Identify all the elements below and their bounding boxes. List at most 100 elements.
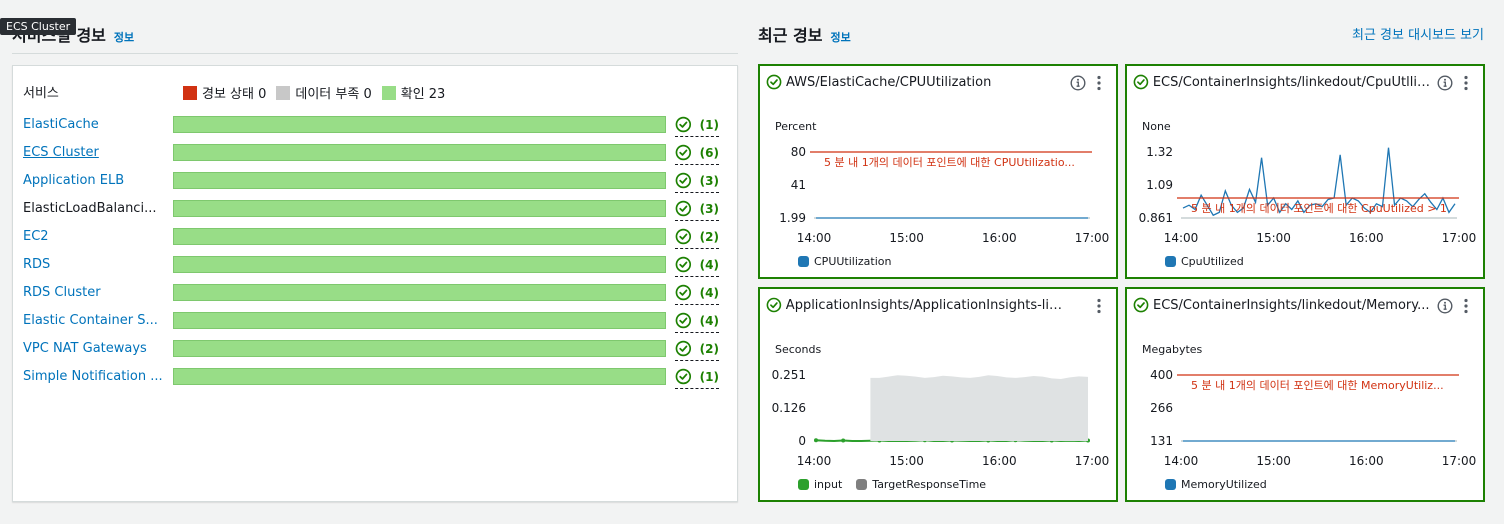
service-name[interactable]: ElastiCache	[23, 117, 163, 132]
x-tick-label: 16:00	[982, 454, 1017, 468]
y-tick-label: 80	[791, 145, 806, 159]
chart-legend-item[interactable]: CpuUtilized	[1165, 255, 1244, 268]
ok-count-link[interactable]: (6)	[675, 141, 719, 165]
check-circle-icon	[1133, 74, 1149, 90]
info-circle-icon[interactable]	[1070, 75, 1086, 91]
ok-count-link[interactable]: (2)	[675, 337, 719, 361]
service-name[interactable]: RDS Cluster	[23, 285, 163, 300]
x-tick-label: 15:00	[1256, 454, 1291, 468]
more-actions-icon[interactable]	[1463, 75, 1469, 91]
ok-count-link[interactable]: (3)	[675, 197, 719, 221]
alarm-chart[interactable]: 80 41 1.99 14:00 15:00 16:00 17:00 5 분 내 1개의 데이…	[760, 136, 1116, 248]
info-circle-icon[interactable]	[1437, 75, 1453, 91]
x-tick-label: 16:00	[1349, 454, 1384, 468]
ok-count-link[interactable]: (2)	[675, 225, 719, 249]
y-tick-label: 1.09	[1146, 178, 1173, 192]
chart-legend-item[interactable]: input	[798, 478, 842, 491]
y-axis-unit: Megabytes	[1142, 343, 1203, 356]
chart-legend: input TargetResponseTime	[798, 478, 986, 491]
service-name[interactable]: Elastic Container S...	[23, 313, 163, 328]
ok-count: (1)	[699, 117, 719, 132]
service-row: ECS Cluster (6)	[23, 141, 723, 165]
ok-count-link[interactable]: (4)	[675, 309, 719, 333]
legend-color-swatch	[1165, 479, 1176, 490]
ok-count: (3)	[699, 173, 719, 188]
alarm-name[interactable]: ApplicationInsights/ApplicationInsights-…	[786, 298, 1066, 313]
legend-color-swatch	[856, 479, 868, 490]
ok-status-bar[interactable]	[173, 312, 666, 329]
service-row: RDS (4)	[23, 253, 723, 277]
ok-status-bar[interactable]	[173, 172, 666, 189]
ok-status-bar[interactable]	[173, 200, 666, 217]
x-tick-label: 15:00	[889, 231, 924, 245]
legend-item: 경보 상태 0	[183, 83, 266, 102]
legend-series-name: CpuUtilized	[1181, 255, 1244, 268]
alarm-chart[interactable]: 0.251 0.126 0 14:00 15:00 16:00 17:00	[760, 359, 1116, 471]
service-name[interactable]: EC2	[23, 229, 163, 244]
alarm-name[interactable]: ECS/ContainerInsights/linkedout/Memory..…	[1153, 298, 1430, 313]
service-name: ElasticLoadBalanci...	[23, 201, 157, 216]
ok-status-bar[interactable]	[173, 228, 666, 245]
alarm-name[interactable]: ECS/ContainerInsights/linkedout/CpuUtlli…	[1153, 75, 1433, 90]
x-tick-label: 14:00	[797, 231, 832, 245]
service-name[interactable]: RDS	[23, 257, 163, 272]
service-name[interactable]: Simple Notification ...	[23, 369, 163, 384]
ok-status-bar[interactable]	[173, 256, 666, 273]
alarm-name[interactable]: AWS/ElastiCache/CPUUtilization	[786, 75, 991, 90]
x-tick-label: 15:00	[889, 454, 924, 468]
ok-count-link[interactable]: (3)	[675, 169, 719, 193]
alarm-card-title[interactable]: ApplicationInsights/ApplicationInsights-…	[766, 297, 1066, 313]
alarm-chart[interactable]: 400 266 131 14:00 15:00 16:00 17:00 5 분 내 1개의 데…	[1127, 359, 1483, 471]
check-circle-icon	[675, 368, 692, 385]
alarm-card[interactable]: ECS/ContainerInsights/linkedout/Memory..…	[1125, 287, 1485, 502]
alarm-chart[interactable]: 1.32 1.09 0.861 14:00 15:00 16:00 17:00 5 분 내 1…	[1127, 136, 1483, 248]
chart-legend-item[interactable]: MemoryUtilized	[1165, 478, 1267, 491]
y-tick-label: 266	[1150, 401, 1173, 415]
y-tick-label: 400	[1150, 368, 1173, 382]
chart-legend-item[interactable]: CPUUtilization	[798, 255, 891, 268]
more-actions-icon[interactable]	[1096, 75, 1102, 91]
service-alarms-section: 서비스별 경보 정보 ECS Cluster 서비스 경보 상태 0 데이터 부족 …	[0, 0, 748, 524]
service-name[interactable]: ECS Cluster	[23, 145, 163, 160]
check-circle-icon	[675, 172, 692, 189]
y-tick-label: 1.99	[779, 211, 806, 225]
ok-status-bar[interactable]	[173, 340, 666, 357]
check-circle-icon	[675, 116, 692, 133]
ok-status-bar[interactable]	[173, 116, 666, 133]
service-name[interactable]: Application ELB	[23, 173, 163, 188]
check-circle-icon	[675, 340, 692, 357]
view-dashboard-link[interactable]: 최근 경보 대시보드 보기	[1352, 24, 1484, 43]
more-actions-icon[interactable]	[1463, 298, 1469, 314]
ok-status-bar[interactable]	[173, 284, 666, 301]
chart-legend-item[interactable]: TargetResponseTime	[856, 478, 986, 491]
status-legend: 서비스 경보 상태 0 데이터 부족 0 확인 23	[23, 82, 723, 102]
chart-legend: CPUUtilization	[798, 255, 891, 268]
service-row: EC2 (2)	[23, 225, 723, 249]
alarm-card-title[interactable]: ECS/ContainerInsights/linkedout/CpuUtlli…	[1133, 74, 1433, 90]
ok-count-link[interactable]: (4)	[675, 281, 719, 305]
service-name[interactable]: VPC NAT Gateways	[23, 341, 163, 356]
info-circle-icon[interactable]	[1437, 298, 1453, 314]
service-row: RDS Cluster (4)	[23, 281, 723, 305]
more-actions-icon[interactable]	[1096, 298, 1102, 314]
threshold-label: 5 분 내 1개의 데이터 포인트에 대한 MemoryUtiliz...	[1191, 379, 1444, 392]
alarm-card[interactable]: ApplicationInsights/ApplicationInsights-…	[758, 287, 1118, 502]
legend-series-name: CPUUtilization	[814, 255, 892, 268]
chart-legend: CpuUtilized	[1165, 255, 1244, 268]
ok-status-bar[interactable]	[173, 368, 666, 385]
info-link[interactable]: 정보	[114, 31, 134, 44]
ok-count-link[interactable]: (1)	[675, 113, 719, 137]
alarm-card-title[interactable]: ECS/ContainerInsights/linkedout/Memory..…	[1133, 297, 1433, 313]
service-row: Simple Notification ... (1)	[23, 365, 723, 389]
recent-alarms-info-link[interactable]: 정보	[830, 31, 850, 44]
alarm-card-title[interactable]: AWS/ElastiCache/CPUUtilization	[766, 74, 1066, 90]
y-tick-label: 131	[1150, 434, 1173, 448]
ok-count: (1)	[699, 369, 719, 384]
ok-count-link[interactable]: (1)	[675, 365, 719, 389]
alarm-card[interactable]: ECS/ContainerInsights/linkedout/CpuUtlli…	[1125, 64, 1485, 279]
hover-tooltip: ECS Cluster	[0, 18, 77, 35]
alarm-card[interactable]: AWS/ElastiCache/CPUUtilization Percent 80 4…	[758, 64, 1118, 279]
ok-count-link[interactable]: (4)	[675, 253, 719, 277]
x-tick-label: 16:00	[982, 231, 1017, 245]
ok-status-bar[interactable]	[173, 144, 666, 161]
